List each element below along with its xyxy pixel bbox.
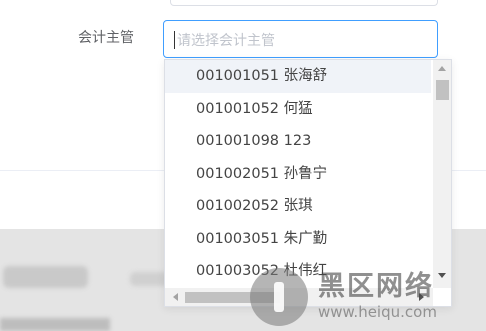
previous-field-input[interactable] xyxy=(170,0,438,6)
vertical-scroll-thumb[interactable] xyxy=(436,80,449,100)
watermark-url: www.heiqu.com xyxy=(318,303,437,321)
accounting-supervisor-select[interactable]: 请选择会计主管 xyxy=(163,20,438,58)
dropdown-option[interactable]: 001001052 何猛 xyxy=(165,93,431,126)
dropdown-option[interactable]: 001003051 朱广勤 xyxy=(165,223,431,256)
blurred-content xyxy=(3,266,88,288)
dropdown-option[interactable]: 001001098 123 xyxy=(165,125,431,158)
scroll-up-arrow-icon[interactable] xyxy=(438,66,446,71)
scroll-left-arrow-icon[interactable] xyxy=(173,293,178,301)
vertical-scrollbar[interactable] xyxy=(433,60,451,288)
dropdown-option[interactable]: 001001051 张海舒 xyxy=(165,60,431,93)
accounting-supervisor-label: 会计主管 xyxy=(78,30,134,46)
watermark-logo-stroke xyxy=(274,282,284,312)
dropdown-option[interactable]: 001002051 孙鲁宁 xyxy=(165,158,431,191)
text-caret xyxy=(174,31,175,49)
scroll-down-arrow-icon[interactable] xyxy=(438,273,446,278)
select-placeholder: 请选择会计主管 xyxy=(177,33,275,49)
blurred-content xyxy=(0,318,110,331)
watermark-title: 黑区网络 xyxy=(318,271,434,302)
watermark-logo-icon xyxy=(250,268,308,326)
dropdown-option[interactable]: 001002052 张琪 xyxy=(165,190,431,223)
